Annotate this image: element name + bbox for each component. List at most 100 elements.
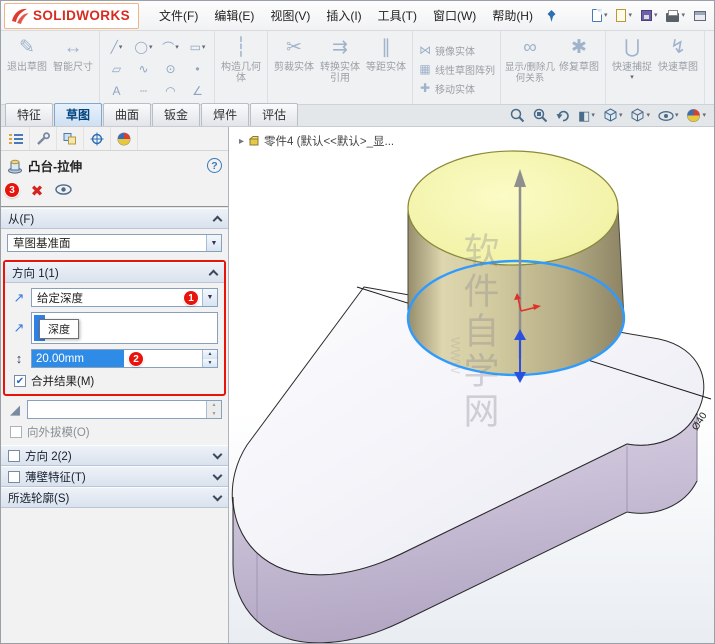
open-document-button[interactable]: ▾ — [616, 9, 632, 22]
spin-up-icon[interactable]: ▲ — [207, 401, 221, 410]
section-view-icon[interactable]: ◧ ▾ — [578, 109, 595, 122]
edit-appearance-icon[interactable]: ▾ — [686, 108, 706, 123]
caret-icon[interactable]: ▾ — [675, 112, 679, 119]
tab-weldments[interactable]: 焊件 — [201, 103, 250, 126]
convert-entities-button[interactable]: ⇉ 转换实体引用 — [317, 34, 363, 84]
move-entities-button[interactable]: ✚ 移动实体 — [418, 81, 495, 96]
tab-sketch[interactable]: 草图 — [54, 103, 103, 126]
instant2d-button[interactable]: ✦ Inst... — [708, 34, 714, 73]
caret-icon[interactable]: ▾ — [646, 112, 650, 119]
tab-surfaces[interactable]: 曲面 — [103, 103, 152, 126]
options-button[interactable] — [694, 10, 706, 21]
depth-input[interactable]: 20.00mm 2 ▲ ▼ — [31, 349, 218, 368]
trim-entities-button[interactable]: ✂ 剪裁实体 — [271, 34, 317, 73]
line-tool-button[interactable]: ╱ ▾ — [103, 36, 130, 58]
tab-evaluate[interactable]: 评估 — [250, 103, 299, 126]
expand-chevron-icon[interactable] — [212, 491, 223, 501]
pm-tab-configuration-manager[interactable] — [57, 127, 84, 150]
offset-entities-button[interactable]: ∥ 等距实体 — [363, 34, 409, 73]
exit-sketch-button[interactable]: ✎ 退出草图 — [4, 34, 50, 73]
slot-tool-button[interactable]: ▱ — [103, 58, 130, 80]
zoom-area-icon[interactable] — [533, 108, 548, 123]
selected-contours-section-header[interactable]: 所选轮廓(S) — [1, 487, 228, 508]
menu-item-tools[interactable]: 工具(T) — [370, 2, 425, 29]
caret-icon[interactable]: ▾ — [202, 44, 206, 51]
caret-icon[interactable]: ▾ — [175, 44, 179, 51]
spline-tool-button[interactable]: ∿ — [130, 58, 157, 80]
direction2-checkbox[interactable] — [8, 449, 20, 462]
menu-item-edit[interactable]: 编辑(E) — [206, 2, 262, 29]
menu-item-window[interactable]: 窗口(W) — [425, 2, 484, 29]
direction1-section-header[interactable]: 方向 1(1) — [5, 262, 224, 283]
caret-icon[interactable]: ▾ — [149, 44, 153, 51]
rapid-snaps-button[interactable]: ⋃ 快速捕捉 ▾ — [609, 34, 655, 81]
thin-feature-checkbox[interactable] — [8, 470, 20, 483]
expand-chevron-icon[interactable] — [212, 449, 223, 459]
circle-tool-button[interactable]: ◯ ▾ — [130, 36, 157, 58]
reverse-direction-icon[interactable]: ↗ — [11, 290, 27, 306]
draft-outward-checkbox[interactable] — [10, 426, 22, 438]
tab-sheet-metal[interactable]: 钣金 — [152, 103, 201, 126]
breadcrumb[interactable]: ▸ 零件4 (默认<<默认>_显... — [239, 133, 394, 149]
combo-dropdown-icon[interactable]: ▼ — [206, 235, 221, 251]
pm-tab-display-manager[interactable] — [111, 127, 138, 150]
ellipse-tool-button[interactable]: ⊙ — [157, 58, 184, 80]
pm-tab-feature-manager[interactable] — [3, 127, 30, 150]
smart-dimension-button[interactable]: ↔ 智能尺寸 — [50, 34, 96, 73]
help-button[interactable]: ? — [207, 158, 222, 173]
view-orientation-icon[interactable]: ▾ — [603, 108, 623, 123]
caret-icon[interactable]: ▾ — [604, 12, 608, 19]
draft-angle-input[interactable]: ▲ ▼ — [27, 400, 222, 419]
menu-item-help[interactable]: 帮助(H) — [484, 2, 541, 29]
pm-tab-property-manager[interactable] — [30, 127, 57, 150]
centerline-tool-button[interactable]: ┄ — [130, 80, 157, 102]
menu-item-insert[interactable]: 插入(I) — [318, 2, 369, 29]
cancel-button[interactable]: ✖ — [31, 182, 44, 200]
chamfer-tool-button[interactable]: ∠ — [184, 80, 211, 102]
new-document-button[interactable]: ▾ — [591, 9, 608, 22]
tab-features[interactable]: 特征 — [5, 103, 54, 126]
save-button[interactable]: ▾ — [640, 10, 658, 21]
graphics-viewport[interactable]: ▸ 零件4 (默认<<默认>_显... 软件自学网 WWW Ø40 — [229, 127, 714, 643]
zoom-fit-icon[interactable] — [510, 108, 525, 123]
point-tool-button[interactable]: • — [184, 58, 211, 80]
detailed-preview-button[interactable] — [55, 184, 73, 198]
hide-show-items-icon[interactable]: ▾ — [658, 110, 679, 121]
caret-icon[interactable]: ▾ — [119, 44, 123, 51]
previous-view-icon[interactable] — [556, 109, 570, 122]
rectangle-tool-button[interactable]: ▭ ▾ — [184, 36, 211, 58]
fillet-tool-button[interactable]: ◠ — [157, 80, 184, 102]
thin-feature-section-header[interactable]: 薄壁特征(T) — [1, 466, 228, 487]
pm-tab-dimxpert-manager[interactable] — [84, 127, 111, 150]
rapid-sketch-button[interactable]: ↯ 快速草图 — [655, 34, 701, 73]
display-delete-relations-button[interactable]: ∞ 显示/删除几何关系 — [504, 34, 556, 84]
construction-geometry-button[interactable]: ┆ 构造几何体 — [218, 34, 264, 84]
caret-icon[interactable]: ▾ — [591, 112, 595, 119]
direction2-section-header[interactable]: 方向 2(2) — [1, 445, 228, 466]
pin-menu-icon[interactable] — [545, 9, 558, 23]
start-condition-combo[interactable]: 草图基准面 ▼ — [7, 234, 222, 252]
end-condition-combo[interactable]: 给定深度 1 ▼ — [31, 288, 218, 307]
caret-icon[interactable]: ▾ — [628, 12, 632, 19]
spin-down-icon[interactable]: ▼ — [203, 358, 217, 367]
direction-reference-icon[interactable]: ↗ — [11, 320, 27, 336]
repair-sketch-button[interactable]: ✱ 修复草图 — [556, 34, 602, 73]
collapse-chevron-icon[interactable] — [208, 269, 219, 280]
spin-up-icon[interactable]: ▲ — [203, 350, 217, 359]
text-tool-button[interactable]: A — [103, 80, 130, 102]
menu-item-file[interactable]: 文件(F) — [151, 2, 206, 29]
expand-chevron-icon[interactable] — [212, 470, 223, 480]
menu-item-view[interactable]: 视图(V) — [262, 2, 318, 29]
caret-icon[interactable]: ▾ — [702, 112, 706, 119]
display-style-icon[interactable]: ▾ — [630, 108, 650, 123]
caret-icon[interactable]: ▾ — [681, 12, 685, 19]
arc-tool-button[interactable]: ⌒ ▾ — [157, 36, 184, 58]
caret-icon[interactable]: ▾ — [654, 12, 658, 19]
breadcrumb-caret-icon[interactable]: ▸ — [239, 136, 244, 147]
linear-sketch-pattern-button[interactable]: ▦ 线性草图阵列 — [418, 62, 495, 77]
caret-icon[interactable]: ▾ — [619, 112, 623, 119]
from-section-header[interactable]: 从(F) — [1, 208, 228, 229]
spin-down-icon[interactable]: ▼ — [207, 409, 221, 418]
mirror-entities-button[interactable]: ⋈ 镜像实体 — [418, 43, 495, 58]
collapse-chevron-icon[interactable] — [212, 215, 223, 226]
